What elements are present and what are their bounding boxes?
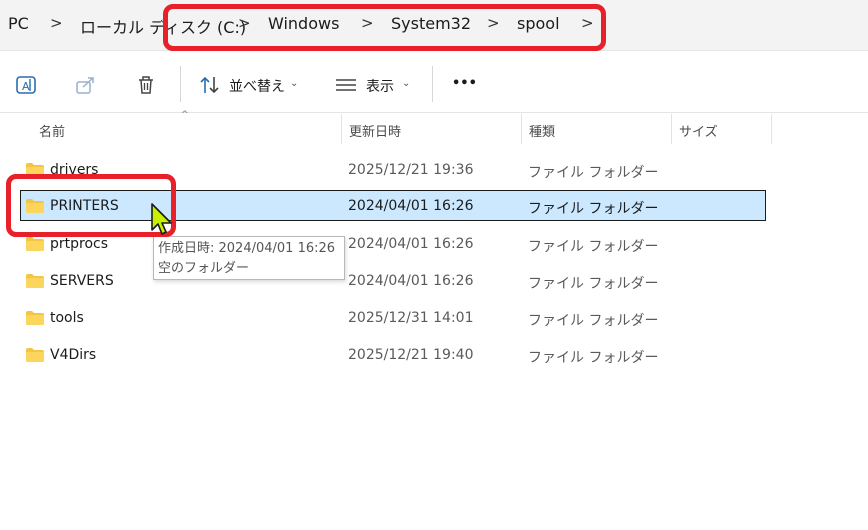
file-date: 2024/04/01 16:26 (348, 273, 474, 289)
column-header-name[interactable]: 名前 (39, 121, 65, 140)
toolbar-divider (432, 66, 433, 102)
sort-ascending-icon: ^ (181, 110, 189, 120)
chevron-down-icon[interactable]: ⌄ (402, 78, 410, 89)
sort-icon[interactable] (198, 73, 222, 97)
file-type: ファイル フォルダー (528, 165, 659, 181)
file-type: ファイル フォルダー (528, 313, 659, 329)
annotation-highlight-breadcrumb (163, 4, 606, 51)
file-type: ファイル フォルダー (528, 276, 659, 292)
column-divider[interactable] (341, 114, 342, 144)
file-date: 2025/12/21 19:36 (348, 162, 474, 178)
toolbar-divider (180, 66, 181, 102)
file-date: 2024/04/01 16:26 (348, 198, 474, 214)
file-type: ファイル フォルダー (528, 201, 659, 217)
file-name: SERVERS (50, 273, 114, 289)
file-date: 2024/04/01 16:26 (348, 236, 474, 252)
breadcrumb-pc[interactable]: PC (8, 14, 29, 33)
file-date: 2025/12/31 14:01 (348, 310, 474, 326)
view-button[interactable]: 表示 (366, 76, 394, 96)
folder-icon (26, 311, 44, 325)
column-divider[interactable] (671, 114, 672, 144)
folder-icon (26, 274, 44, 288)
file-name: tools (50, 310, 84, 326)
column-divider[interactable] (771, 114, 772, 144)
file-name: prtprocs (50, 236, 109, 252)
sort-button[interactable]: 並べ替え (229, 76, 285, 96)
folder-icon (26, 348, 44, 362)
column-header-type[interactable]: 種類 (529, 121, 555, 140)
folder-tooltip: 作成日時: 2024/04/01 16:26 空のフォルダー (153, 236, 345, 280)
file-row-v4dirs[interactable]: V4Dirs 2025/12/21 19:40 ファイル フォルダー (20, 340, 766, 370)
rename-icon[interactable]: A (14, 73, 38, 97)
more-options-button[interactable]: ••• (452, 76, 477, 91)
folder-icon (26, 237, 44, 251)
tooltip-empty-folder: 空のフォルダー (158, 261, 250, 276)
mouse-cursor-icon (151, 203, 172, 235)
chevron-right-icon[interactable]: > (50, 14, 63, 32)
column-header-size[interactable]: サイズ (679, 121, 718, 140)
file-type: ファイル フォルダー (528, 350, 659, 366)
column-header-date[interactable]: 更新日時 (349, 121, 401, 140)
divider (0, 112, 868, 113)
chevron-down-icon[interactable]: ⌄ (290, 78, 298, 89)
file-row-servers[interactable]: SERVERS 2024/04/01 16:26 ファイル フォルダー (20, 266, 766, 296)
column-divider[interactable] (521, 114, 522, 144)
file-date: 2025/12/21 19:40 (348, 347, 474, 363)
view-icon[interactable] (334, 73, 358, 97)
trash-icon[interactable] (134, 73, 158, 97)
file-row-tools[interactable]: tools 2025/12/31 14:01 ファイル フォルダー (20, 303, 766, 333)
file-type: ファイル フォルダー (528, 239, 659, 255)
tooltip-created-date: 作成日時: 2024/04/01 16:26 (158, 241, 336, 256)
svg-text:A: A (22, 80, 30, 93)
share-icon[interactable] (74, 73, 98, 97)
file-name: V4Dirs (50, 347, 97, 363)
